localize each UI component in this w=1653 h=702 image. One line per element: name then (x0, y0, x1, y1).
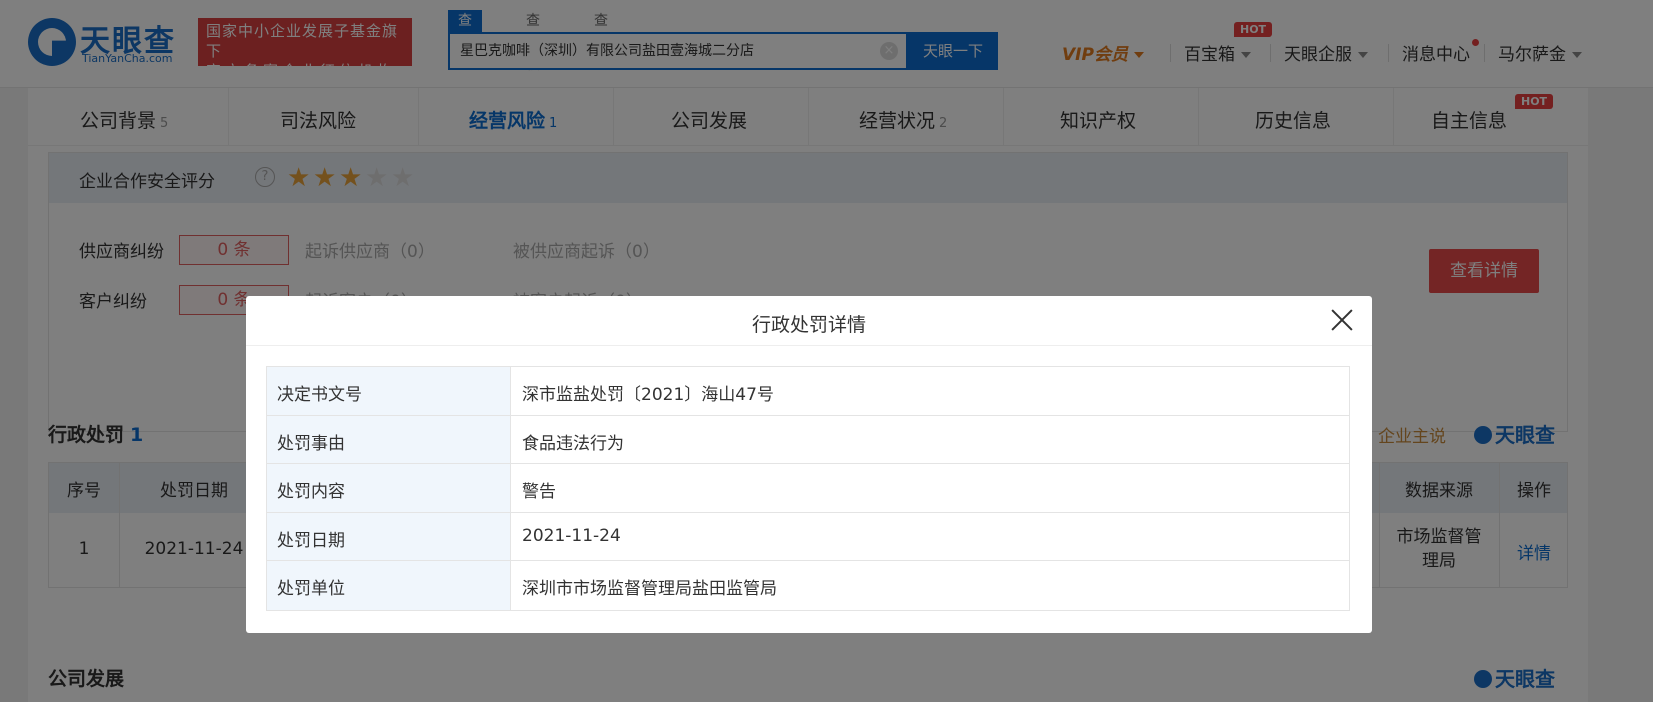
modal-title: 行政处罚详情 (751, 314, 866, 336)
detail-key: 处罚事由 (267, 415, 511, 464)
penalty-detail-modal: 行政处罚详情 决定书文号 深市监盐处罚〔2021〕海山47号 处罚事由 食品违法… (246, 296, 1372, 633)
detail-value: 深圳市市场监督管理局盐田监管局 (522, 579, 777, 600)
modal-header: 行政处罚详情 (246, 296, 1372, 346)
detail-row: 决定书文号 深市监盐处罚〔2021〕海山47号 (267, 367, 1349, 416)
detail-value: 深市监盐处罚〔2021〕海山47号 (522, 385, 774, 405)
detail-key: 决定书文号 (267, 367, 511, 415)
detail-value: 食品违法行为 (522, 433, 624, 454)
detail-row: 处罚内容 警告 (267, 464, 1349, 513)
close-icon[interactable] (1330, 308, 1354, 332)
detail-key: 处罚内容 (267, 464, 511, 512)
detail-row: 处罚日期 2021-11-24 (267, 512, 1349, 562)
detail-value: 2021-11-24 (522, 525, 621, 546)
penalty-detail-table: 决定书文号 深市监盐处罚〔2021〕海山47号 处罚事由 食品违法行为 处罚内容… (266, 366, 1350, 611)
detail-row: 处罚事由 食品违法行为 (267, 415, 1349, 465)
detail-key: 处罚日期 (267, 512, 511, 561)
detail-key: 处罚单位 (267, 561, 511, 610)
detail-row: 处罚单位 深圳市市场监督管理局盐田监管局 (267, 561, 1349, 610)
detail-value: 警告 (522, 482, 556, 503)
